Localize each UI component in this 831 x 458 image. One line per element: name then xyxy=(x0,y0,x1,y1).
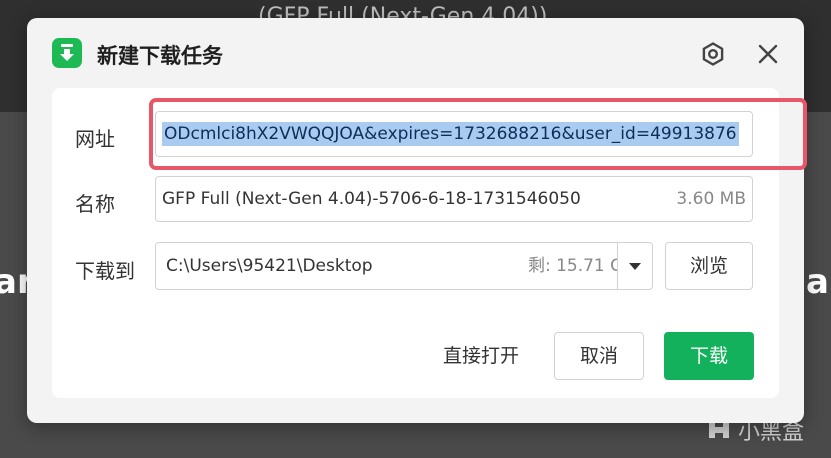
filename-value: GFP Full (Next-Gen 4.04)-5706-6-18-17315… xyxy=(162,189,582,209)
download-arrow-icon xyxy=(52,38,82,68)
background-text-right: an xyxy=(806,262,831,302)
download-button[interactable]: 下载 xyxy=(664,332,754,380)
close-icon[interactable] xyxy=(755,41,781,67)
url-selected-text: ODcmlci8hX2VWQQJOA&expires=1732688216&us… xyxy=(162,122,739,146)
new-download-dialog: 新建下载任务 网址 ODcmlci8hX2VWQQJOA&expires=173… xyxy=(27,18,807,423)
cancel-button[interactable]: 取消 xyxy=(554,332,644,380)
url-label: 网址 xyxy=(75,127,115,151)
caret-down-icon xyxy=(629,263,641,270)
form-panel: 网址 ODcmlci8hX2VWQQJOA&expires=1732688216… xyxy=(52,88,807,398)
file-size: 3.60 MB xyxy=(676,189,746,209)
gear-icon[interactable] xyxy=(700,41,726,67)
save-path-value: C:\Users\95421\Desktop xyxy=(166,256,373,276)
save-path-input[interactable]: C:\Users\95421\Desktop 剩: 15.71 GB xyxy=(155,242,652,290)
open-directly-button[interactable]: 直接打开 xyxy=(425,332,537,380)
path-dropdown-button[interactable] xyxy=(617,242,653,290)
filename-input[interactable]: GFP Full (Next-Gen 4.04)-5706-6-18-17315… xyxy=(155,176,753,222)
save-to-label: 下载到 xyxy=(75,259,135,283)
url-input[interactable]: ODcmlci8hX2VWQQJOA&expires=1732688216&us… xyxy=(155,111,753,157)
dialog-title: 新建下载任务 xyxy=(97,44,223,68)
browse-button[interactable]: 浏览 xyxy=(665,242,753,290)
name-label: 名称 xyxy=(75,192,115,216)
